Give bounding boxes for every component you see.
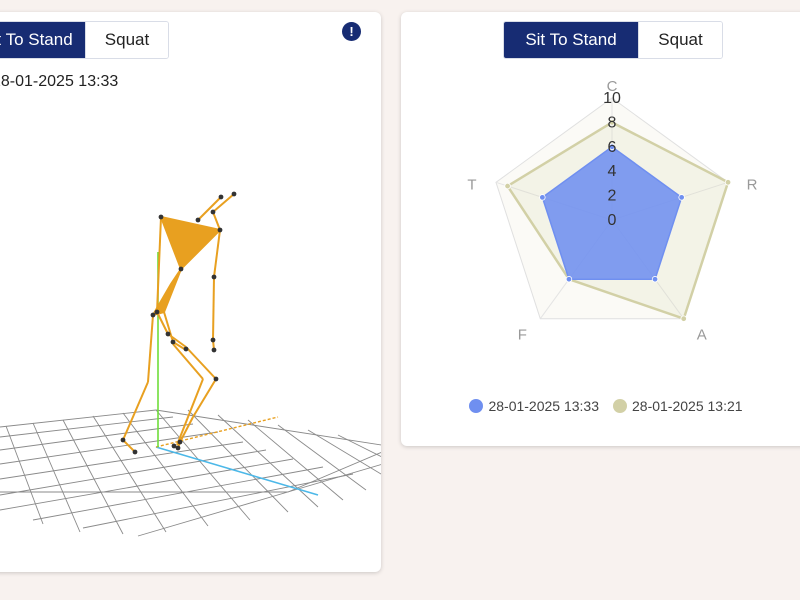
legend-label-previous: 28-01-2025 13:21	[632, 398, 743, 414]
legend-swatch-current	[469, 399, 484, 413]
radar-tick-label: 2	[608, 188, 617, 205]
legend-item-current[interactable]: 28-01-2025 13:33	[469, 398, 599, 414]
radar-point	[724, 179, 732, 186]
radar-point	[504, 182, 511, 190]
radar-card: Sit To Stand Squat 0 2 4 6 8 10 C R A F T 28-01-20…	[401, 12, 800, 446]
radar-point	[680, 315, 687, 322]
radar-axis-label: F	[518, 327, 527, 344]
radar-axis-label: A	[697, 327, 707, 344]
radar-point	[539, 194, 546, 201]
legend-item-previous[interactable]: 28-01-2025 13:21	[613, 398, 743, 414]
skeleton-3d-view[interactable]	[0, 12, 381, 572]
legend-label-current: 28-01-2025 13:33	[488, 398, 599, 414]
radar-axis-label: T	[467, 176, 476, 193]
radar-axis-label: R	[747, 176, 758, 193]
axis-x	[155, 446, 319, 496]
radar-tick-label: 6	[608, 139, 617, 156]
radar-axis-label: C	[607, 78, 618, 95]
radar-tick-label: 4	[608, 163, 617, 180]
floor-grid	[0, 409, 381, 537]
chart-legend: 28-01-2025 13:33 28-01-2025 13:21	[401, 398, 800, 414]
radar-point	[678, 194, 685, 201]
skeleton-card: Sit To Stand Squat ! 28-01-2025 13:33	[0, 12, 381, 572]
radar-tick-label: 8	[608, 114, 617, 131]
legend-swatch-previous	[613, 399, 627, 413]
radar-point	[651, 276, 659, 283]
radar-tick-label: 0	[608, 212, 617, 229]
radar-chart[interactable]: 0246810CRAFT	[401, 12, 800, 392]
radar-point	[565, 276, 573, 283]
